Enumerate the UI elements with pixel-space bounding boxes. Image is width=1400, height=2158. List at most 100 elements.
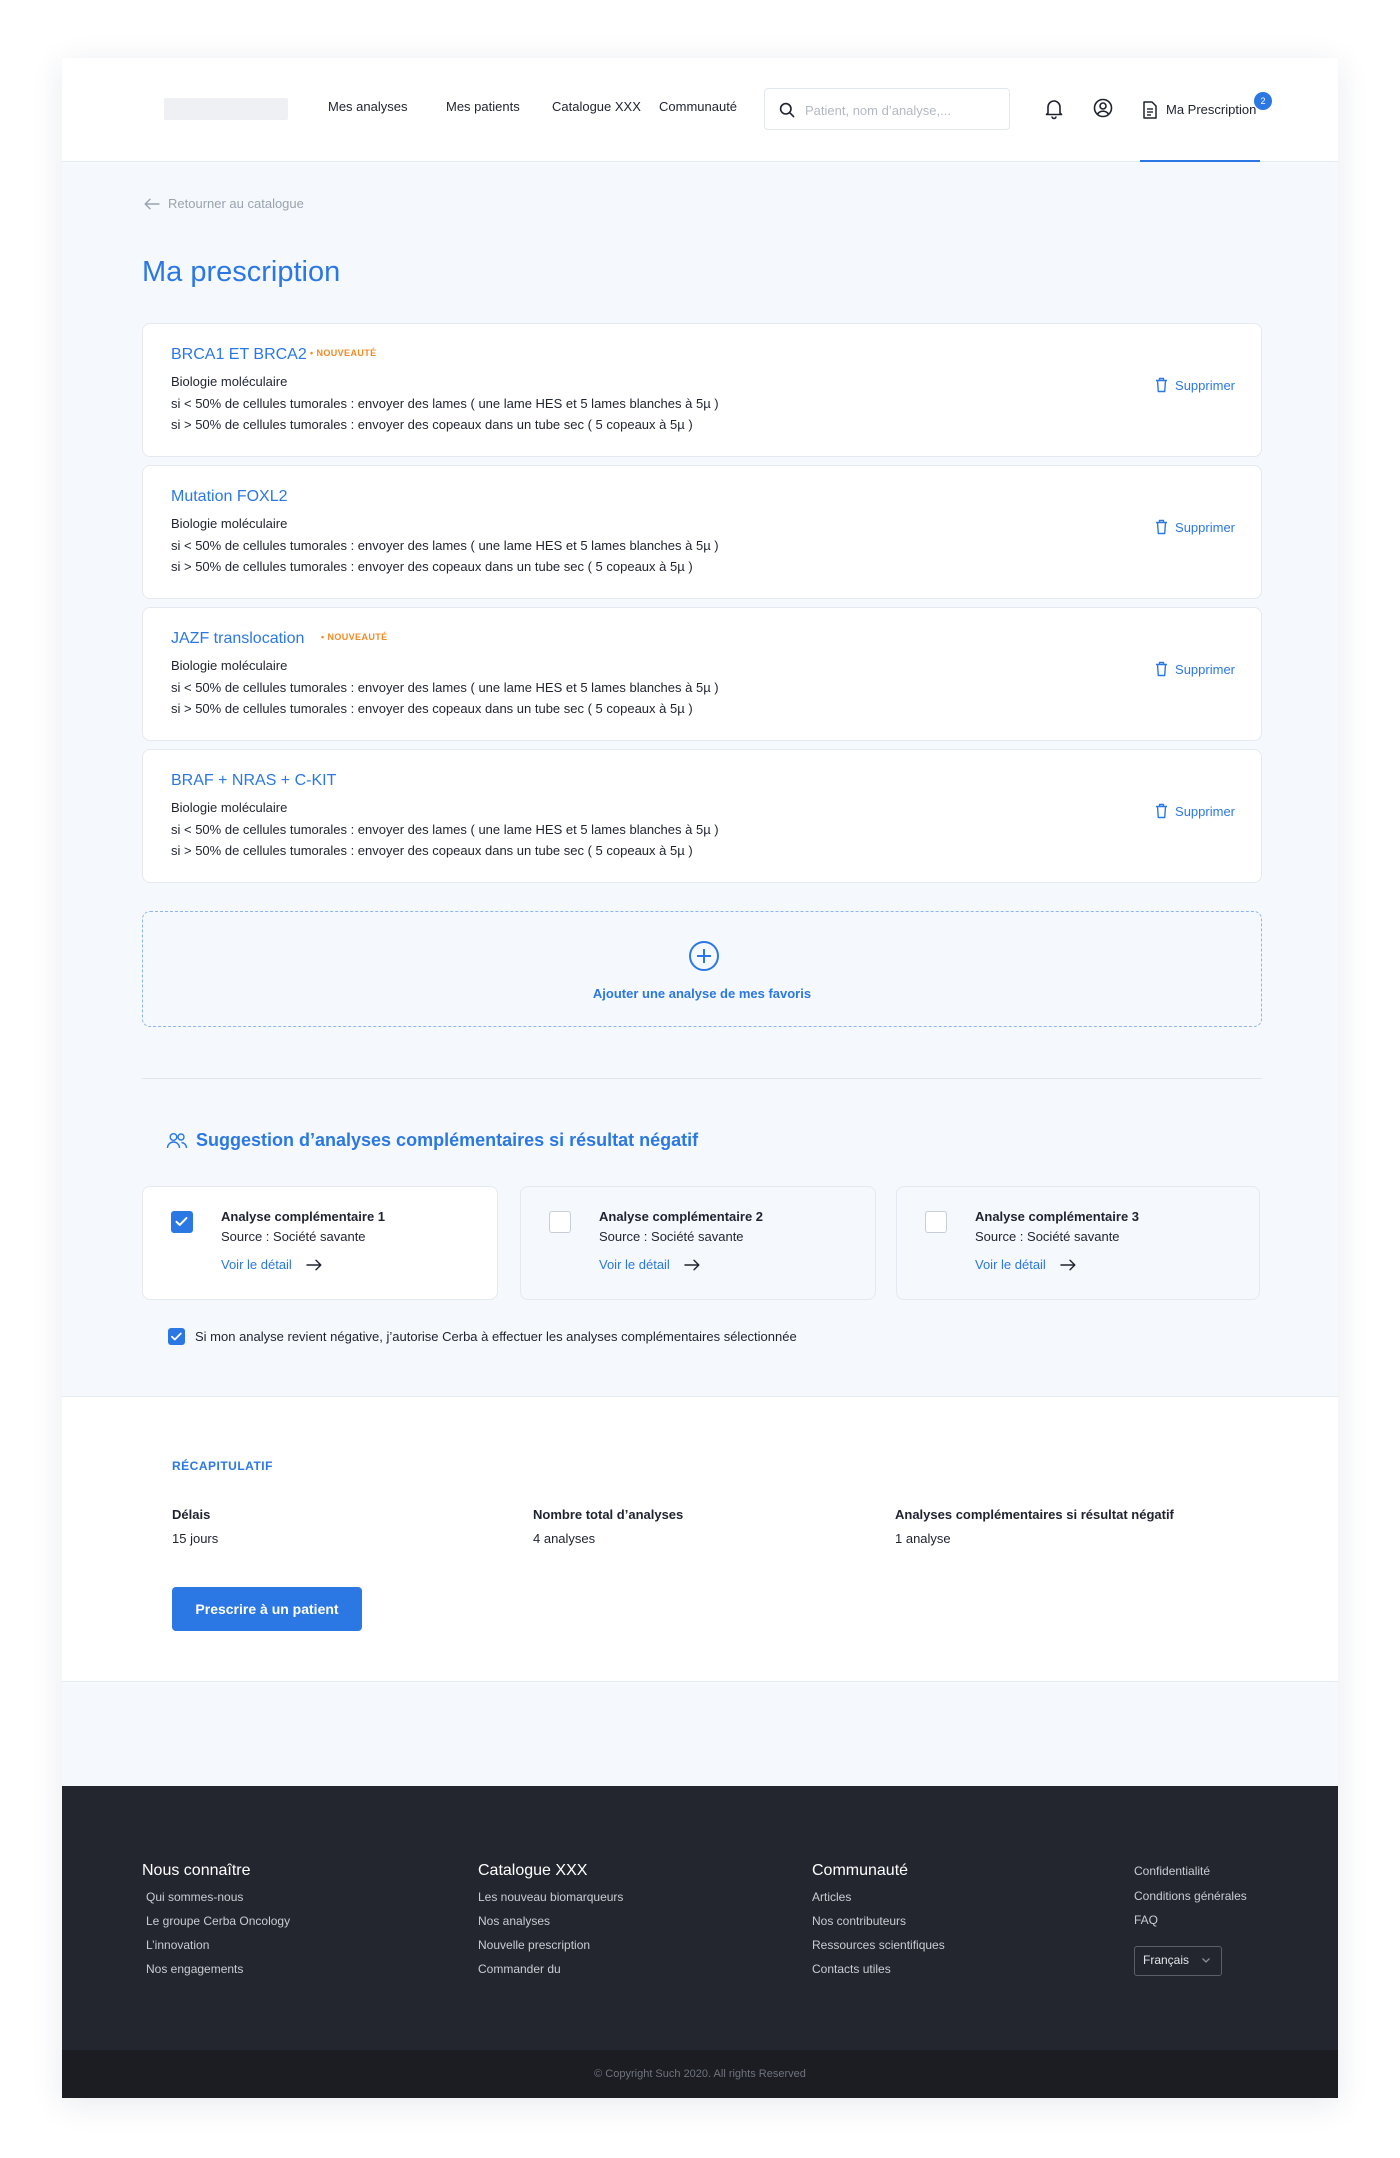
- delay-label: Délais: [172, 1507, 211, 1522]
- delete-button[interactable]: Supprimer: [1155, 803, 1235, 819]
- new-tag: • NOUVEAUTÉ: [310, 348, 377, 358]
- prescribe-to-patient-button[interactable]: Prescrire à un patient: [172, 1587, 362, 1631]
- trash-icon: [1156, 803, 1168, 819]
- footer-link[interactable]: FAQ: [1134, 1913, 1158, 1927]
- section-divider: [142, 1078, 1262, 1079]
- footer-link[interactable]: Le groupe Cerba Oncology: [146, 1914, 290, 1928]
- footer: Nous connaître Qui sommes-nous Le groupe…: [62, 1786, 1338, 2098]
- analysis-name[interactable]: Mutation FOXL2: [171, 488, 288, 506]
- back-to-catalogue-link[interactable]: Retourner au catalogue: [144, 196, 304, 211]
- check-icon: [171, 1332, 182, 1341]
- check-icon: [175, 1217, 188, 1226]
- view-detail-label: Voir le détail: [599, 1257, 670, 1272]
- delay-value: 15 jours: [172, 1531, 219, 1546]
- nav-catalogue[interactable]: Catalogue XXX: [552, 99, 641, 114]
- suggestion-checkbox[interactable]: [925, 1211, 947, 1233]
- analysis-category: Biologie moléculaire: [171, 658, 288, 673]
- analysis-instruction-1: si < 50% de cellules tumorales : envoyer…: [171, 680, 719, 695]
- analysis-name[interactable]: JAZF translocation: [171, 630, 304, 648]
- my-prescription-link[interactable]: Ma Prescription: [1140, 96, 1264, 162]
- suggestion-card: Analyse complémentaire 2 Source : Sociét…: [520, 1186, 876, 1300]
- analysis-instruction-2: si > 50% de cellules tumorales : envoyer…: [171, 843, 693, 858]
- view-detail-link[interactable]: Voir le détail: [599, 1257, 700, 1272]
- complementary-value: 1 analyse: [895, 1531, 951, 1546]
- suggestion-source: Source : Société savante: [221, 1229, 366, 1244]
- analysis-category: Biologie moléculaire: [171, 800, 288, 815]
- footer-link[interactable]: Conditions générales: [1134, 1889, 1247, 1903]
- footer-link[interactable]: Nos engagements: [146, 1962, 243, 1976]
- add-favorite-analysis-button[interactable]: Ajouter une analyse de mes favoris: [142, 911, 1262, 1027]
- suggestions-title-text: Suggestion d’analyses complémentaires si…: [196, 1130, 699, 1150]
- suggestion-source: Source : Société savante: [975, 1229, 1120, 1244]
- delete-button[interactable]: Supprimer: [1155, 519, 1235, 535]
- analysis-card: BRCA1 ET BRCA2 • NOUVEAUTÉ Biologie molé…: [142, 323, 1262, 457]
- plus-circle-icon: [689, 941, 719, 971]
- consent-checkbox-row[interactable]: Si mon analyse revient négative, j’autor…: [168, 1328, 797, 1345]
- suggestion-checkbox[interactable]: [549, 1211, 571, 1233]
- footer-link[interactable]: Contacts utiles: [812, 1962, 891, 1976]
- analysis-card: JAZF translocation • NOUVEAUTÉ Biologie …: [142, 607, 1262, 741]
- document-icon: [1143, 101, 1157, 119]
- footer-link[interactable]: Nouvelle prescription: [478, 1938, 590, 1952]
- suggestion-card: Analyse complémentaire 1 Source : Sociét…: [142, 1186, 498, 1300]
- footer-link[interactable]: L’innovation: [146, 1938, 209, 1952]
- logo[interactable]: [164, 98, 288, 120]
- complementary-label: Analyses complémentaires si résultat nég…: [895, 1507, 1174, 1522]
- view-detail-label: Voir le détail: [221, 1257, 292, 1272]
- search-icon: [779, 102, 795, 118]
- footer-link[interactable]: Ressources scientifiques: [812, 1938, 945, 1952]
- analysis-name[interactable]: BRAF + NRAS + C-KIT: [171, 772, 336, 790]
- chevron-down-icon: [1202, 1958, 1210, 1963]
- arrow-right-icon: [306, 1259, 322, 1270]
- recap-heading: RÉCAPITULATIF: [172, 1459, 273, 1473]
- search-box: [764, 88, 1010, 130]
- footer-col-title: Catalogue XXX: [478, 1862, 588, 1879]
- prescription-count-badge: 2: [1254, 92, 1272, 110]
- footer-link[interactable]: Commander du: [478, 1962, 561, 1976]
- footer-link[interactable]: Articles: [812, 1890, 851, 1904]
- top-header: Mes analyses Mes patients Catalogue XXX …: [62, 58, 1338, 162]
- new-tag: • NOUVEAUTÉ: [321, 632, 388, 642]
- footer-link[interactable]: Les nouveau biomarqueurs: [478, 1890, 623, 1904]
- analysis-category: Biologie moléculaire: [171, 516, 288, 531]
- search-input[interactable]: [805, 99, 1001, 121]
- consent-checkbox[interactable]: [168, 1328, 185, 1345]
- analysis-instruction-1: si < 50% de cellules tumorales : envoyer…: [171, 396, 719, 411]
- suggestion-title: Analyse complémentaire 2: [599, 1209, 764, 1224]
- analysis-card: BRAF + NRAS + C-KIT Biologie moléculaire…: [142, 749, 1262, 883]
- analysis-instruction-2: si > 50% de cellules tumorales : envoyer…: [171, 701, 693, 716]
- user-circle-icon[interactable]: [1091, 96, 1115, 120]
- delete-button[interactable]: Supprimer: [1155, 377, 1235, 393]
- footer-link[interactable]: Nos contributeurs: [812, 1914, 906, 1928]
- view-detail-link[interactable]: Voir le détail: [975, 1257, 1076, 1272]
- suggestion-title: Analyse complémentaire 3: [975, 1209, 1140, 1224]
- trash-icon: [1156, 661, 1168, 677]
- suggestion-checkbox[interactable]: [171, 1211, 193, 1233]
- footer-link[interactable]: Confidentialité: [1134, 1864, 1210, 1878]
- page-frame: Mes analyses Mes patients Catalogue XXX …: [62, 58, 1338, 2098]
- footer-link[interactable]: Qui sommes-nous: [146, 1890, 243, 1904]
- nav-mes-patients[interactable]: Mes patients: [446, 99, 520, 114]
- footer-link[interactable]: Nos analyses: [478, 1914, 550, 1928]
- footer-col-title: Nous connaître: [142, 1862, 251, 1879]
- active-underline: [1140, 160, 1260, 162]
- arrow-right-icon: [684, 1259, 700, 1270]
- recap-section: RÉCAPITULATIF Délais 15 jours Nombre tot…: [62, 1396, 1338, 1682]
- bell-icon[interactable]: [1042, 96, 1066, 120]
- language-value: Français: [1143, 1953, 1190, 1967]
- nav-mes-analyses[interactable]: Mes analyses: [328, 99, 407, 114]
- language-select[interactable]: Français: [1134, 1946, 1222, 1976]
- arrow-left-icon: [144, 198, 160, 209]
- back-label: Retourner au catalogue: [168, 196, 304, 211]
- total-analyses-label: Nombre total d’analyses: [533, 1507, 684, 1522]
- view-detail-link[interactable]: Voir le détail: [221, 1257, 322, 1272]
- delete-label: Supprimer: [1175, 519, 1235, 535]
- total-analyses-value: 4 analyses: [533, 1531, 596, 1546]
- analysis-instruction-2: si > 50% de cellules tumorales : envoyer…: [171, 417, 693, 432]
- analysis-name[interactable]: BRCA1 ET BRCA2: [171, 346, 307, 364]
- add-favorite-label: Ajouter une analyse de mes favoris: [592, 986, 812, 1001]
- suggestion-source: Source : Société savante: [599, 1229, 744, 1244]
- delete-button[interactable]: Supprimer: [1155, 661, 1235, 677]
- nav-communaute[interactable]: Communauté: [659, 99, 737, 114]
- analysis-category: Biologie moléculaire: [171, 374, 288, 389]
